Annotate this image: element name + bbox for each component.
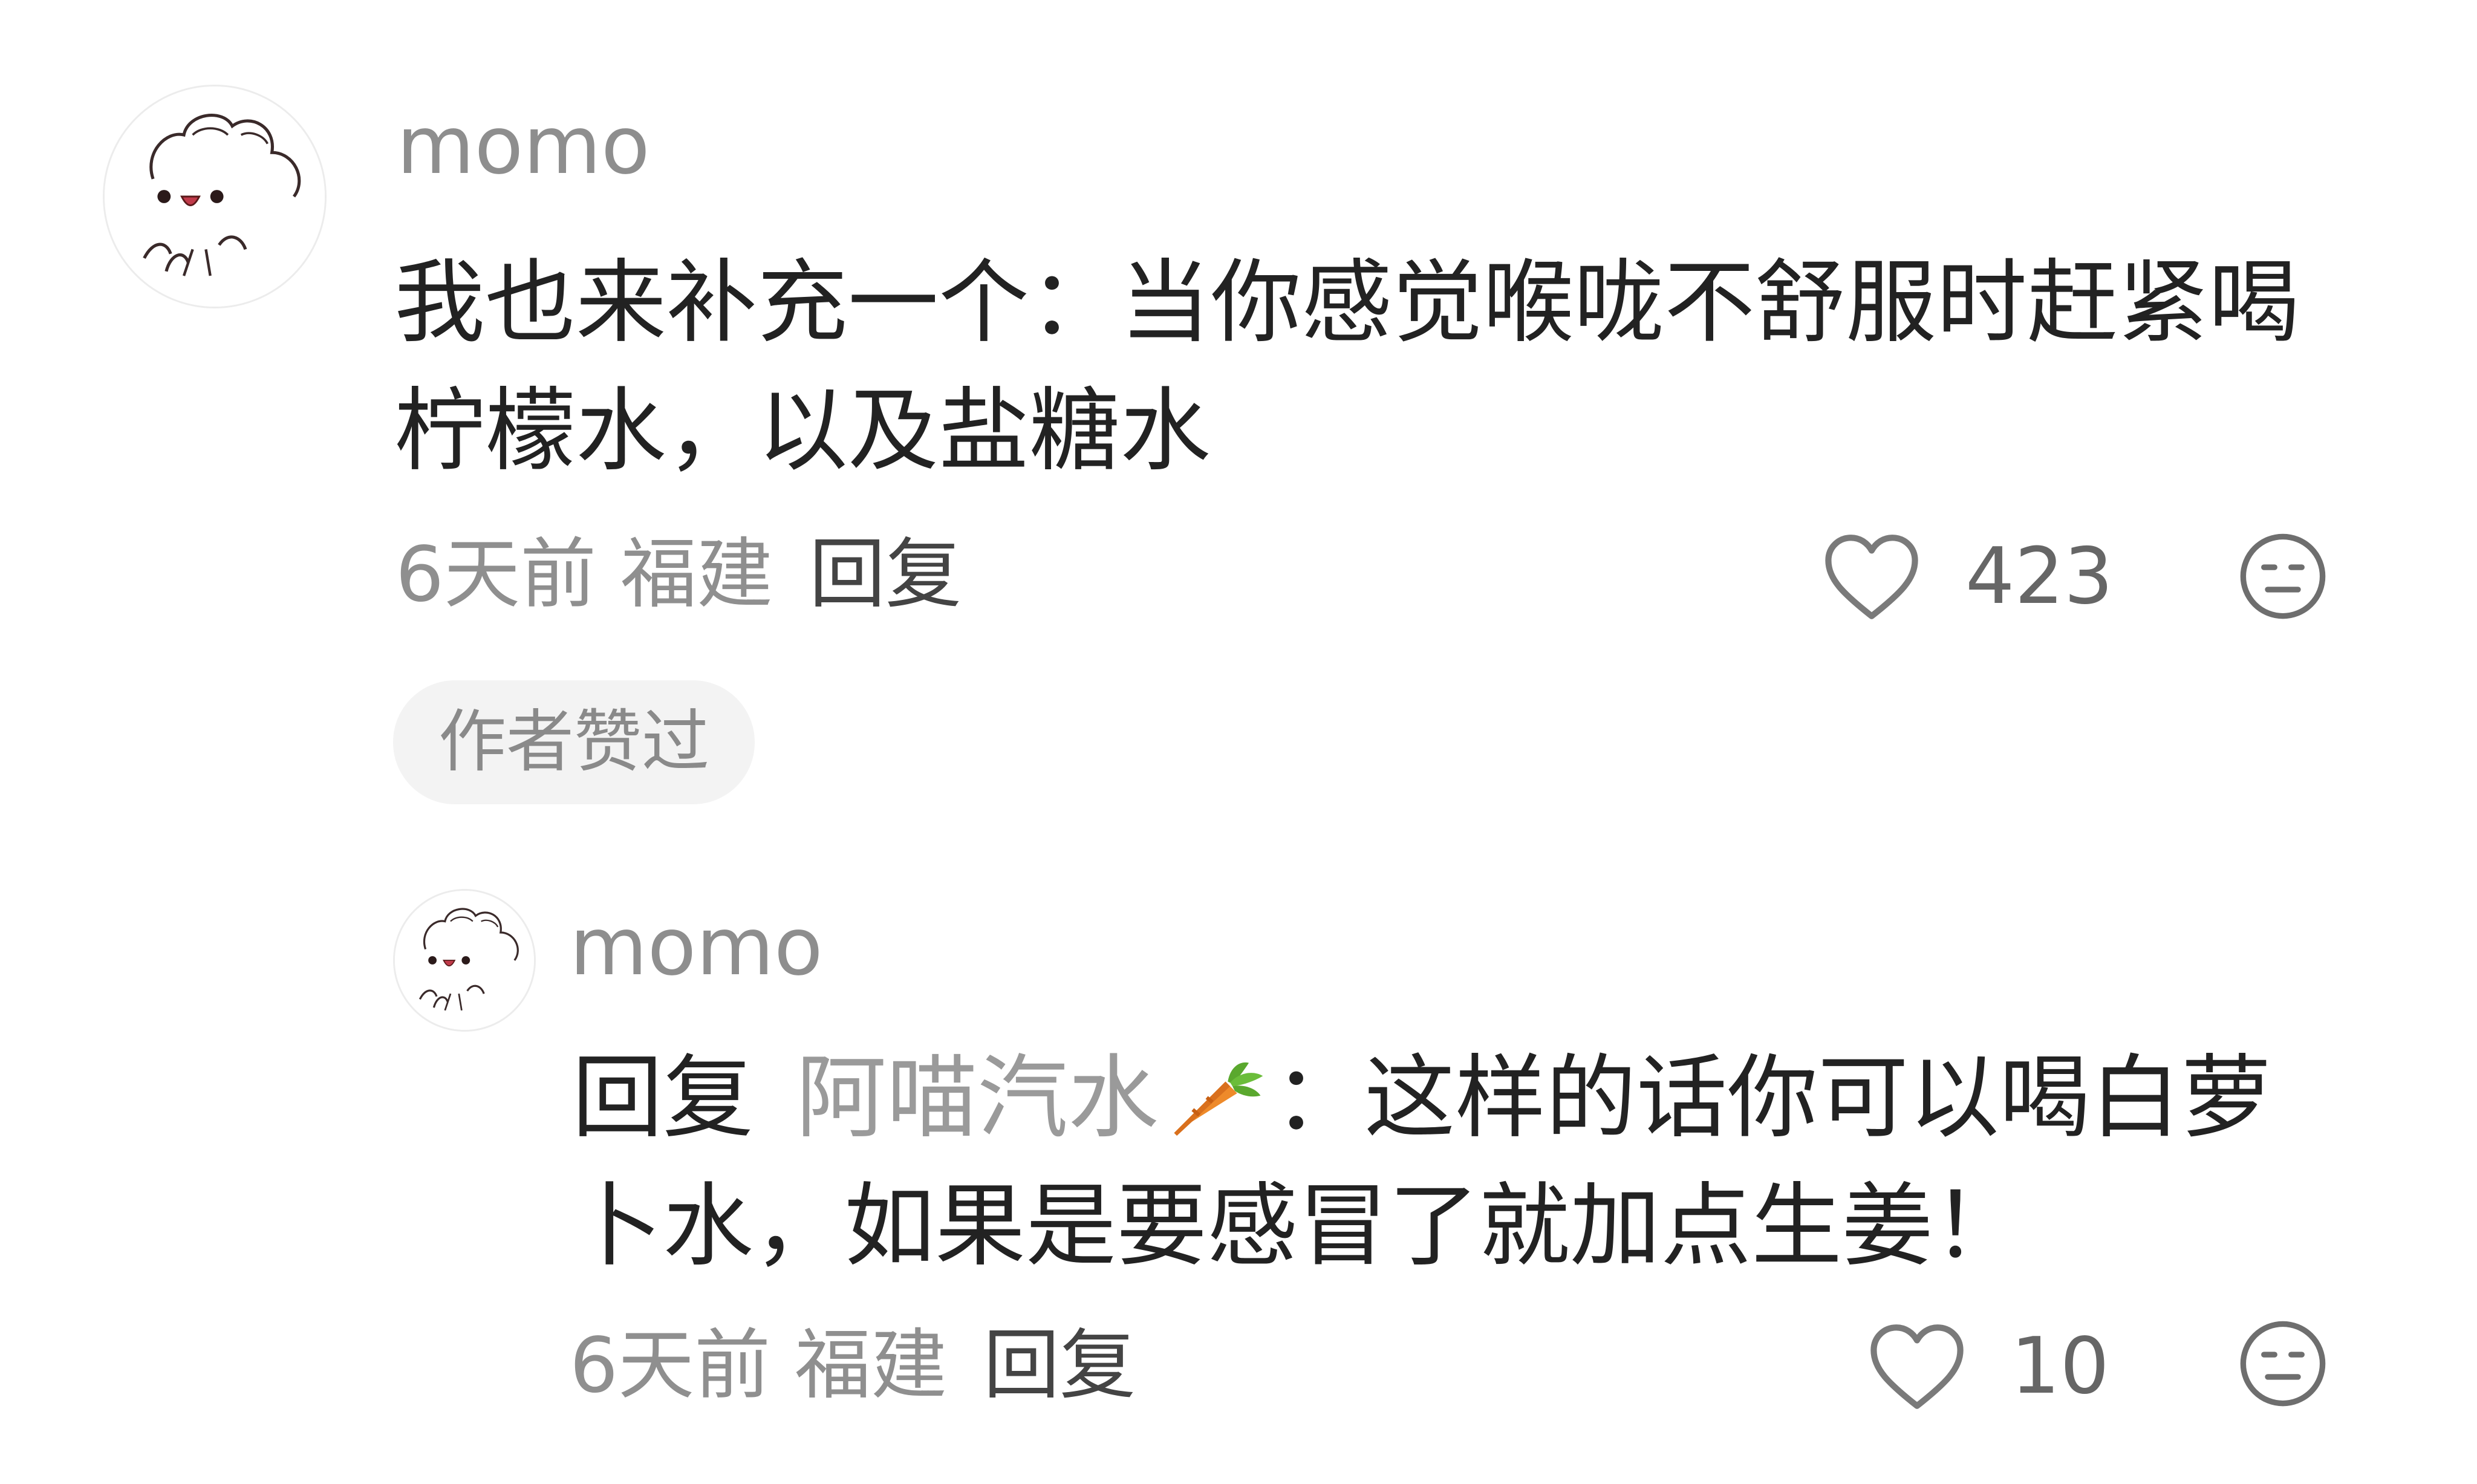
like-count: 423 xyxy=(1965,532,2114,622)
reply-time: 6天前 xyxy=(570,1321,771,1410)
heart-outline-icon xyxy=(1870,1324,1964,1409)
like-button[interactable]: 423 xyxy=(1820,529,2113,625)
cartoon-avatar-icon xyxy=(105,86,325,307)
meh-face-icon[interactable] xyxy=(2238,1318,2328,1409)
comment-thread: momo 我也来补充一个：当你感觉喉咙不舒服时赶紧喝柠檬水，以及盐糖水 6天前福… xyxy=(0,0,2477,1484)
cartoon-avatar-icon xyxy=(395,891,534,1030)
comment-meta: 6天前 福建 回复 xyxy=(395,536,986,613)
like-button[interactable]: 10 xyxy=(1866,1318,2109,1415)
carrot-emoji-icon xyxy=(1174,1062,1263,1136)
reply-location: 福建 xyxy=(795,1321,948,1410)
reply-prefix: 回复 xyxy=(572,1046,754,1151)
comment-location: 福建 xyxy=(620,530,773,619)
comment-text: 我也来补充一个：当你感觉喉咙不舒服时赶紧喝柠檬水，以及盐糖水 xyxy=(394,250,2300,484)
reply-text: 回复 阿喵汽水 ：这样的话你可以喝白萝卜水，如果是要感冒了就加点生姜！ xyxy=(572,1034,2362,1290)
reply-username[interactable]: momo xyxy=(570,907,823,987)
reply-meta: 6天前 福建 回复 xyxy=(570,1327,1160,1404)
reply-button[interactable]: 回复 xyxy=(809,536,962,613)
comment-username[interactable]: momo xyxy=(397,106,650,186)
avatar[interactable] xyxy=(103,85,327,308)
heart-outline-icon xyxy=(1825,535,1918,619)
avatar[interactable] xyxy=(393,889,536,1032)
like-count: 10 xyxy=(2011,1321,2109,1411)
reply-button[interactable]: 回复 xyxy=(983,1327,1136,1404)
mention-username[interactable]: 阿喵汽水 xyxy=(796,1046,1159,1151)
comment-time: 6天前 xyxy=(395,530,597,619)
meh-face-icon[interactable] xyxy=(2238,531,2328,622)
author-liked-badge: 作者赞过 xyxy=(393,680,755,804)
